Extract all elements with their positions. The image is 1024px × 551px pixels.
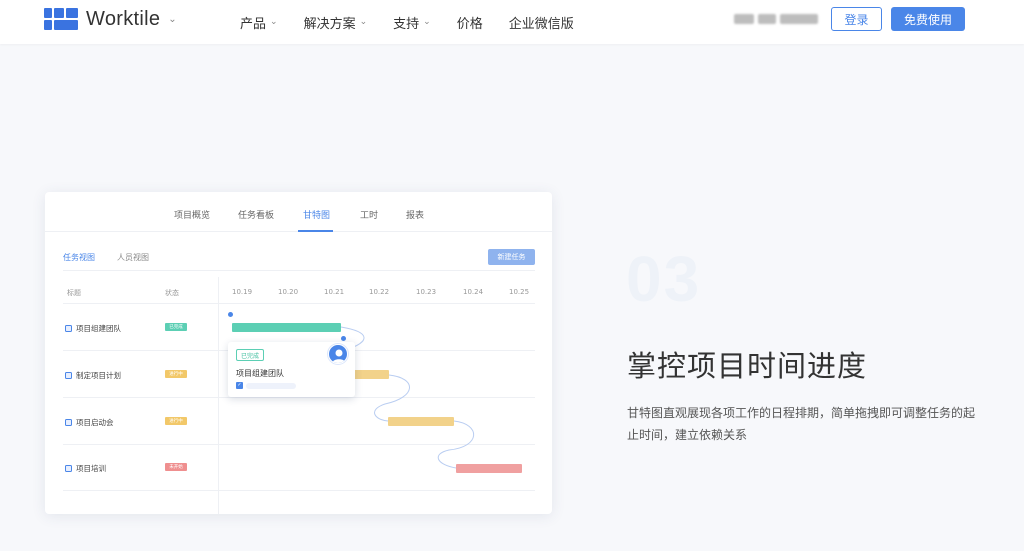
gantt-preview-card: 项目概览 任务看板 甘特图 工时 报表 任务视图 人员视图 新建任务 标题 状态… [45,192,552,514]
top-navbar: Worktile ⌄ 产品 ⌄ 解决方案 ⌄ 支持 ⌄ 价格 企业微信版 登录 … [0,0,1024,44]
nav-item-solutions[interactable]: 解决方案 ⌄ [304,13,368,32]
blurred-phone-number [734,11,818,27]
nav-label: 企业微信版 [508,16,574,32]
nav-label: 价格 [456,16,483,32]
feature-number: 03 [626,243,702,315]
worktile-logo-icon [44,8,78,30]
nav-item-wechat-edition[interactable]: 企业微信版 [509,13,574,32]
brand-logo[interactable]: Worktile ⌄ [44,7,177,31]
drag-handle-start[interactable] [228,312,233,317]
popup-task-title: 项目组建团队 [236,369,284,378]
feature-description: 甘特图直观展现各项工作的日程排期，简单拖拽即可调整任务的起止时间，建立依赖关系 [627,406,976,442]
gantt-bar-kickoff[interactable] [388,417,454,426]
gantt-bar-team-setup[interactable] [232,323,341,332]
task-detail-popup[interactable]: 已完成 项目组建团队 ✓ [228,342,355,397]
chevron-down-icon: ⌄ [270,17,278,27]
login-button[interactable]: 登录 [831,7,882,31]
chevron-down-icon: ⌄ [423,17,431,27]
brand-name: Worktile [86,7,161,30]
user-avatar-icon [328,344,348,364]
feature-headline: 掌控项目时间进度 [627,349,868,383]
gantt-bar-project-plan[interactable] [353,370,389,379]
popup-status-badge: 已完成 [236,349,265,361]
nav-label: 解决方案 [303,16,356,32]
nav-label: 支持 [393,16,420,32]
free-trial-button[interactable]: 免费使用 [891,7,965,31]
popup-placeholder-bar [246,383,296,389]
chevron-down-icon: ⌄ [359,17,368,27]
chevron-down-icon[interactable]: ⌄ [168,14,176,25]
nav-item-support[interactable]: 支持 ⌄ [393,13,431,32]
gantt-bar-training[interactable] [456,464,522,473]
nav-label: 产品 [240,16,267,32]
main-nav: 产品 ⌄ 解决方案 ⌄ 支持 ⌄ 价格 企业微信版 [240,0,600,44]
nav-item-products[interactable]: 产品 ⌄ [240,13,278,32]
nav-item-pricing[interactable]: 价格 [457,13,483,32]
checkbox-icon[interactable]: ✓ [236,382,243,389]
drag-handle-end[interactable] [341,336,346,341]
